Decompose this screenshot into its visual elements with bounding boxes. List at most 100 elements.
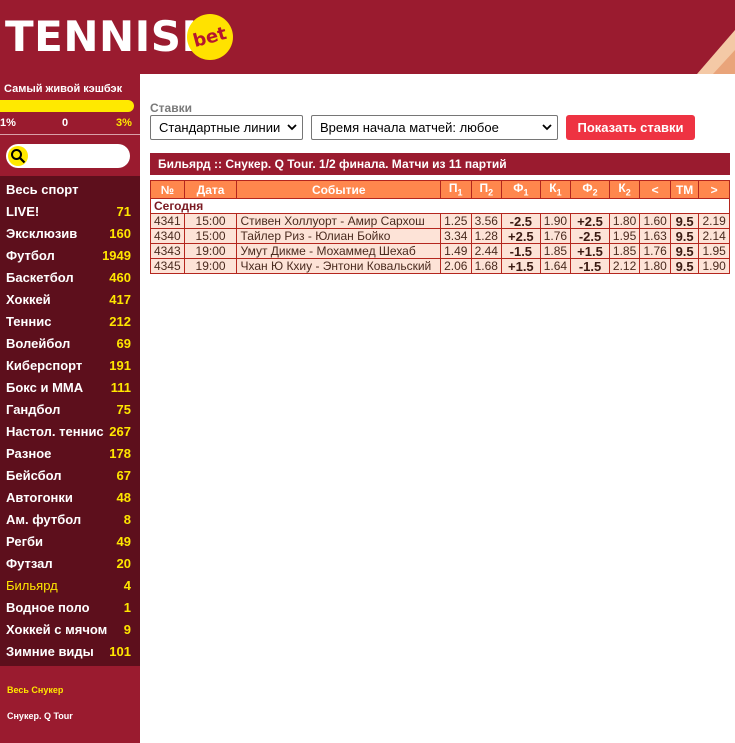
sublink-snooker-q-tour[interactable]: Снукер. Q Tour	[7, 711, 73, 721]
sidebar-item-bandy[interactable]: Хоккей с мячом 9	[0, 618, 140, 640]
sidebar-item-label: Волейбол	[6, 335, 71, 351]
sidebar-item-label: LIVE!	[6, 203, 40, 219]
cell-event[interactable]: Умут Дикме - Мохаммед Шехаб	[236, 243, 441, 259]
odd-over[interactable]: 1.90	[698, 258, 730, 274]
odd-k2[interactable]: 1.85	[608, 243, 641, 259]
sidebar-item-live[interactable]: LIVE! 71	[0, 200, 140, 222]
sidebar-item-all-sports[interactable]: Весь спорт	[0, 178, 140, 200]
cell-number: 4343	[150, 243, 185, 259]
odd-p2[interactable]: 1.28	[470, 228, 503, 244]
sidebar-item-count: 49	[116, 533, 131, 549]
line-type-select[interactable]: Стандартные линии	[150, 115, 303, 140]
sublink-all-snooker[interactable]: Весь Снукер	[7, 685, 63, 695]
show-bets-button[interactable]: Показать ставки	[566, 115, 695, 140]
sidebar-item-football[interactable]: Футбол 1949	[0, 244, 140, 266]
sidebar-item-american-football[interactable]: Ам. футбол 8	[0, 508, 140, 530]
col-f2: Ф2	[570, 180, 610, 199]
start-time-select[interactable]: Время начала матчей: любое	[311, 115, 558, 140]
sidebar-item-baseball[interactable]: Бейсбол 67	[0, 464, 140, 486]
sidebar-item-count: 267	[109, 423, 131, 439]
col-total: ТМ	[669, 180, 700, 199]
sidebar-item-label: Теннис	[6, 313, 52, 329]
odd-k1[interactable]: 1.76	[539, 228, 572, 244]
sidebar-item-boxing-mma[interactable]: Бокс и ММА 111	[0, 376, 140, 398]
odd-p1[interactable]: 1.25	[439, 213, 472, 229]
sidebar-item-count: 212	[109, 313, 131, 329]
odd-k2[interactable]: 2.12	[608, 258, 641, 274]
handicap-f1: +1.5	[501, 258, 541, 274]
odd-over[interactable]: 1.95	[698, 243, 730, 259]
sidebar-item-volleyball[interactable]: Волейбол 69	[0, 332, 140, 354]
odd-k2[interactable]: 1.95	[608, 228, 641, 244]
cell-event[interactable]: Чхан Ю Кхиу - Энтони Ковальский	[236, 258, 441, 274]
cell-time: 15:00	[183, 228, 238, 244]
odd-p2[interactable]: 1.68	[470, 258, 503, 274]
odd-over[interactable]: 2.19	[698, 213, 730, 229]
handicap-f2: +1.5	[570, 243, 610, 259]
sidebar-item-hockey[interactable]: Хоккей 417	[0, 288, 140, 310]
odd-p1[interactable]: 2.06	[439, 258, 472, 274]
sidebar-item-count: 178	[109, 445, 131, 461]
sidebar-item-count: 67	[116, 467, 131, 483]
table-row: 4343 19:00 Умут Дикме - Мохаммед Шехаб 1…	[150, 243, 730, 259]
cell-event[interactable]: Тайлер Риз - Юлиан Бойко	[236, 228, 441, 244]
sidebar-item-count: 1	[123, 599, 131, 615]
sidebar-item-count: 417	[109, 291, 131, 307]
chevron-down-icon	[287, 124, 297, 131]
sidebar-item-handball[interactable]: Гандбол 75	[0, 398, 140, 420]
header-corner-decoration	[697, 30, 735, 74]
odd-k1[interactable]: 1.90	[539, 213, 572, 229]
odd-k1[interactable]: 1.85	[539, 243, 572, 259]
sidebar-item-exclusive[interactable]: Эксклюзив 160	[0, 222, 140, 244]
search-input[interactable]	[6, 144, 130, 168]
sidebar-item-billiards[interactable]: Бильярд 4	[0, 574, 140, 596]
odd-under[interactable]: 1.80	[639, 258, 671, 274]
total-value: 9.5	[669, 258, 700, 274]
sidebar-item-motorsport[interactable]: Автогонки 48	[0, 486, 140, 508]
sidebar-item-count: 20	[116, 555, 131, 571]
odd-under[interactable]: 1.60	[639, 213, 671, 229]
odd-under[interactable]: 1.76	[639, 243, 671, 259]
odd-k2[interactable]: 1.80	[608, 213, 641, 229]
logo-text[interactable]: TENNISI	[5, 13, 198, 61]
total-value: 9.5	[669, 213, 700, 229]
sidebar-item-label: Хоккей	[6, 291, 51, 307]
sidebar-item-count: 71	[116, 203, 131, 219]
sidebar-item-esports[interactable]: Киберспорт 191	[0, 354, 140, 376]
handicap-f2: +2.5	[570, 213, 610, 229]
sidebar-item-basketball[interactable]: Баскетбол 460	[0, 266, 140, 288]
sidebar-item-table-tennis[interactable]: Настол. теннис 267	[0, 420, 140, 442]
sidebar-item-label: Ам. футбол	[6, 511, 82, 527]
odd-p1[interactable]: 1.49	[439, 243, 472, 259]
odd-under[interactable]: 1.63	[639, 228, 671, 244]
sidebar-item-count: 69	[116, 335, 131, 351]
sidebar-item-count: 48	[116, 489, 131, 505]
bets-label: Ставки	[150, 101, 192, 115]
cell-number: 4341	[150, 213, 185, 229]
col-number: №	[150, 180, 185, 199]
odd-p2[interactable]: 2.44	[470, 243, 503, 259]
logo-badge[interactable]: bet	[187, 14, 233, 60]
sidebar-item-label: Хоккей с мячом	[6, 621, 108, 637]
odd-over[interactable]: 2.14	[698, 228, 730, 244]
odd-p2[interactable]: 3.56	[470, 213, 503, 229]
cell-event[interactable]: Стивен Холлуорт - Амир Сархош	[236, 213, 441, 229]
sidebar-item-tennis[interactable]: Теннис 212	[0, 310, 140, 332]
group-row-today: Сегодня	[150, 198, 730, 214]
table-row: 4340 15:00 Тайлер Риз - Юлиан Бойко 3.34…	[150, 228, 730, 244]
sidebar-item-winter-sports[interactable]: Зимние виды 101	[0, 640, 140, 662]
cashback-title[interactable]: Самый живой кэшбэк	[0, 82, 140, 96]
odd-p1[interactable]: 3.34	[439, 228, 472, 244]
sidebar-item-rugby[interactable]: Регби 49	[0, 530, 140, 552]
sidebar-item-misc[interactable]: Разное 178	[0, 442, 140, 464]
logo-badge-label: bet	[190, 22, 229, 52]
sidebar-item-futsal[interactable]: Футзал 20	[0, 552, 140, 574]
table-row: 4341 15:00 Стивен Холлуорт - Амир Сархош…	[150, 213, 730, 229]
col-k1: К1	[539, 180, 572, 199]
cashback-min: 1%	[0, 117, 16, 129]
table-header-row: № Дата Событие П1 П2 Ф1 К1 Ф2 К2 < ТМ >	[150, 180, 730, 199]
col-f1: Ф1	[501, 180, 541, 199]
sidebar-item-water-polo[interactable]: Водное поло 1	[0, 596, 140, 618]
odds-table: № Дата Событие П1 П2 Ф1 К1 Ф2 К2 < ТМ > …	[150, 180, 730, 274]
odd-k1[interactable]: 1.64	[539, 258, 572, 274]
